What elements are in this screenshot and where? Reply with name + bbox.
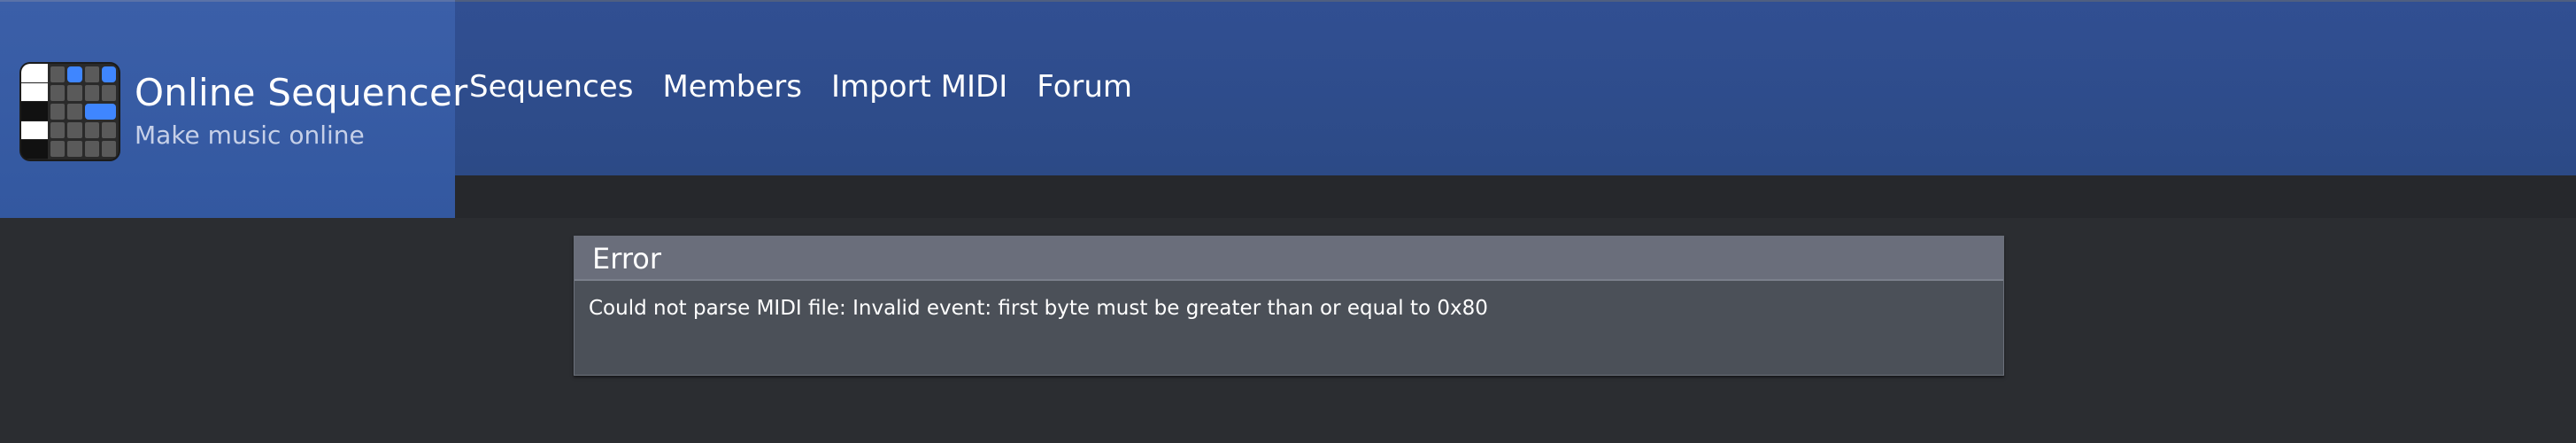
- logo-grid-cell: [50, 141, 66, 157]
- logo-grid-cell: [101, 122, 116, 138]
- logo-note-cell: [101, 66, 116, 82]
- logo-note-cell: [67, 66, 82, 82]
- logo-grid-cell: [50, 104, 66, 120]
- site-tagline: Make music online: [135, 120, 365, 150]
- logo-note-grid: [48, 64, 119, 159]
- logo-grid-cell: [67, 122, 82, 138]
- logo-grid-cell: [50, 66, 66, 82]
- logo-grid-cell: [84, 122, 99, 138]
- nav-forum-link[interactable]: Forum: [1037, 69, 1132, 105]
- logo-key: [21, 140, 48, 159]
- logo-grid-cell: [50, 122, 66, 138]
- site-brand-home-link[interactable]: Online Sequencer Make music online: [0, 0, 467, 218]
- nav-sequences-link[interactable]: Sequences: [469, 69, 633, 105]
- logo-grid-cell: [67, 104, 82, 120]
- error-title: Error: [592, 242, 661, 276]
- logo-note-cell: [84, 104, 116, 120]
- page: Online Sequencer Make music online Seque…: [0, 0, 2576, 443]
- logo-key: [21, 120, 48, 141]
- logo-grid-cell: [84, 66, 99, 82]
- nav-members-link[interactable]: Members: [662, 69, 802, 105]
- main-nav: Sequences Members Import MIDI Forum: [469, 69, 1132, 105]
- logo-grid-cell: [84, 85, 99, 101]
- logo-grid-cell: [67, 85, 82, 101]
- error-panel-header: Error: [575, 237, 2003, 281]
- logo-grid-cell: [84, 141, 99, 157]
- logo-grid-cell: [101, 141, 116, 157]
- logo-key: [21, 102, 48, 121]
- error-panel: Error Could not parse MIDI file: Invalid…: [574, 236, 2004, 376]
- nav-import-midi-link[interactable]: Import MIDI: [831, 69, 1007, 105]
- logo-key: [21, 64, 48, 83]
- piano-roll-icon: [21, 64, 119, 159]
- logo-grid-cell: [50, 85, 66, 101]
- logo-key: [21, 82, 48, 103]
- logo-grid-cell: [101, 85, 116, 101]
- logo-grid-cell: [67, 141, 82, 157]
- logo-piano-keys: [21, 64, 48, 159]
- site-title: Online Sequencer: [135, 71, 468, 114]
- error-message: Could not parse MIDI file: Invalid event…: [589, 297, 1488, 320]
